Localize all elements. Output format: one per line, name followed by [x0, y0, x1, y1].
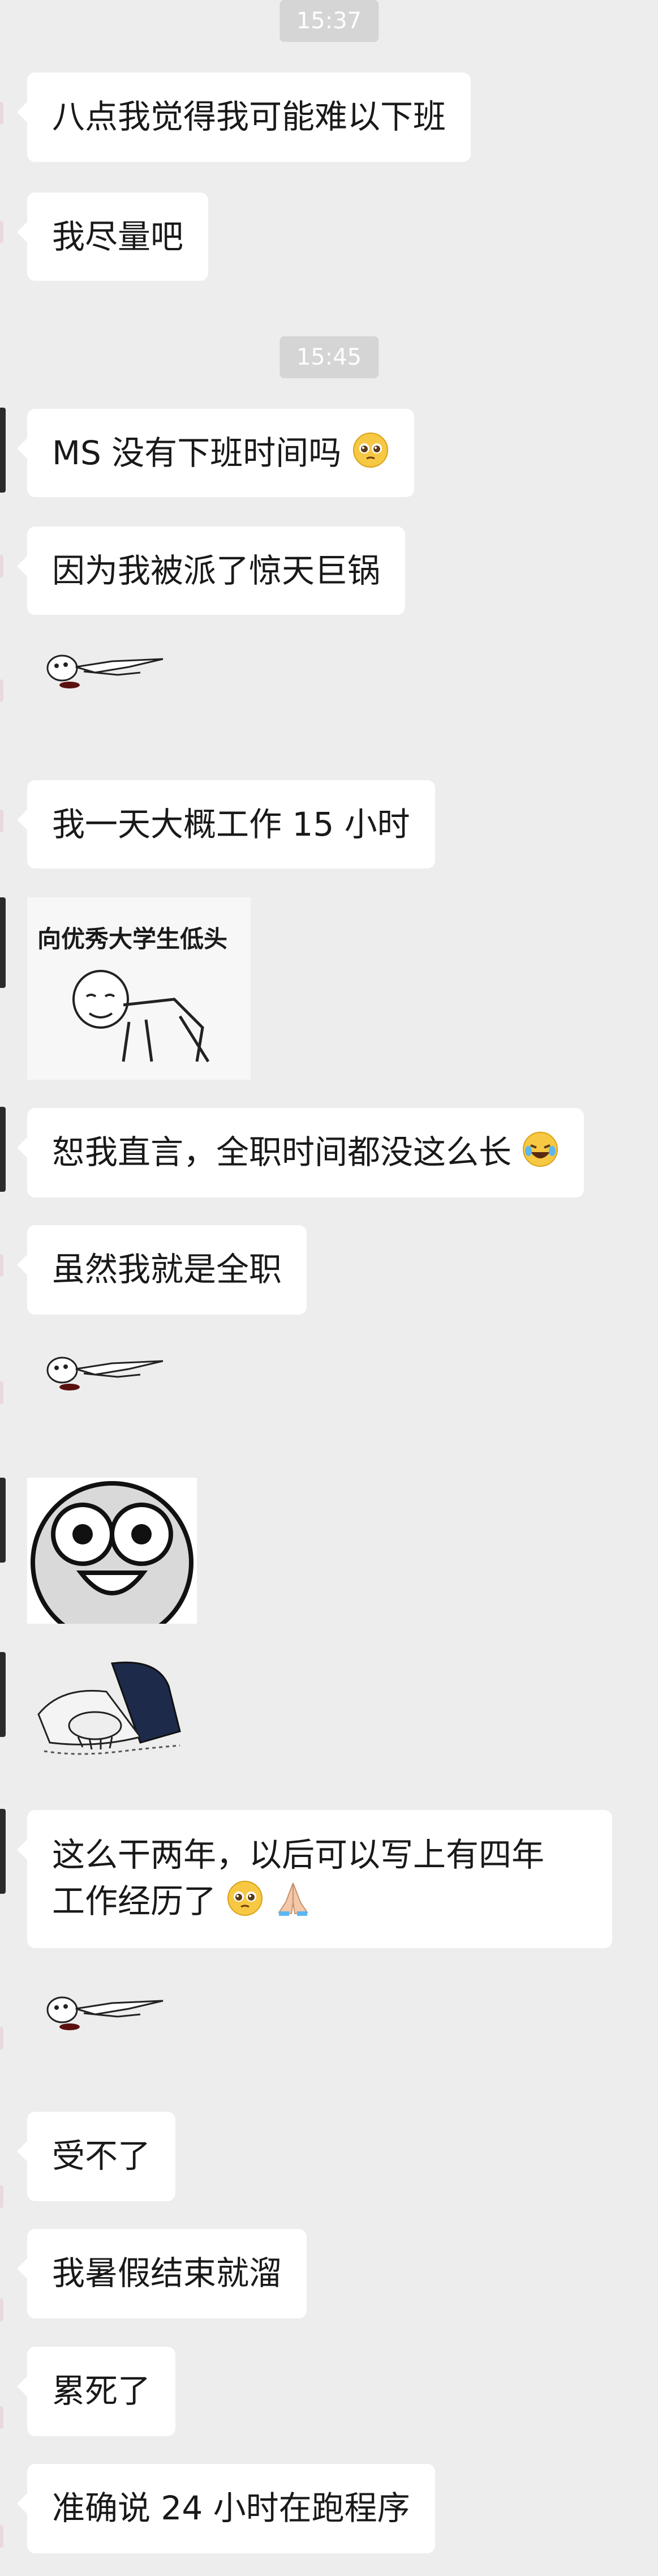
avatar[interactable]: [0, 2185, 3, 2208]
message-bubble[interactable]: 这么干两年，以后可以写上有四年 工作经历了: [17, 1810, 612, 1948]
avatar[interactable]: [0, 1809, 6, 1894]
message-bubble[interactable]: MS 没有下班时间吗: [17, 409, 414, 497]
message-bubble[interactable]: 我一天大概工作 15 小时: [17, 780, 435, 868]
avatar[interactable]: [0, 221, 3, 243]
message-text: 受不了: [52, 2137, 151, 2175]
lying-figure-sticker-icon[interactable]: [27, 1342, 174, 1415]
message-text: 恕我直言，全职时间都没这么长: [52, 1133, 512, 1171]
avatar[interactable]: [0, 1381, 3, 1404]
message-bubble[interactable]: 我尽量吧: [16, 192, 209, 281]
message-bubble[interactable]: 我暑假结束就溜: [16, 2229, 307, 2318]
avatar[interactable]: [0, 1652, 6, 1737]
rolling-laughing-icon: [523, 1132, 558, 1167]
meme-caption: 向优秀大学生低头: [37, 925, 228, 953]
message-text-line-2: 工作经历了: [52, 1878, 587, 1924]
avatar[interactable]: [0, 408, 6, 493]
message-text: 累死了: [52, 2372, 151, 2410]
message-text: 八点我觉得我可能难以下班: [52, 97, 446, 136]
message-bubble[interactable]: 受不了: [16, 2112, 176, 2201]
message-bubble[interactable]: 因为我被派了惊天巨锅: [16, 527, 406, 615]
avatar[interactable]: [0, 2027, 3, 2049]
avatar[interactable]: [0, 1107, 6, 1192]
lying-figure-sticker-icon[interactable]: [27, 1982, 174, 2055]
message-bubble[interactable]: 准确说 24 小时在跑程序: [17, 2464, 435, 2553]
message-text: 因为我被派了惊天巨锅: [52, 551, 381, 590]
message-bubble[interactable]: 恕我直言，全职时间都没这么长: [16, 1108, 584, 1197]
avatar[interactable]: [0, 102, 3, 125]
prostrating-sticker-icon[interactable]: [27, 1652, 214, 1771]
message-text: 我一天大概工作 15 小时: [52, 805, 410, 844]
message-text-line-1: 这么干两年，以后可以写上有四年: [52, 1835, 545, 1874]
avatar[interactable]: [0, 1254, 3, 1277]
message-text: 虽然我就是全职: [52, 1250, 282, 1289]
avatar[interactable]: [0, 2525, 3, 2548]
lying-figure-sticker-icon[interactable]: [27, 640, 174, 713]
chat-history[interactable]: 15:37 八点我觉得我可能难以下班 我尽量吧 15:45 MS 没有下班时间吗: [0, 0, 658, 2576]
wide-eyed-face-icon: [31, 1481, 193, 1624]
message-bubble[interactable]: 虽然我就是全职: [16, 1225, 307, 1315]
message-text: 我尽量吧: [52, 217, 184, 256]
avatar[interactable]: [0, 810, 3, 832]
avatar[interactable]: [0, 679, 3, 702]
face-sticker[interactable]: [27, 1478, 197, 1624]
avatar[interactable]: [0, 2299, 3, 2321]
avatar[interactable]: [0, 2406, 3, 2429]
avatar[interactable]: [0, 897, 6, 988]
timestamp: 15:37: [279, 0, 379, 42]
kneeling-figure-icon: [72, 970, 210, 1063]
pleading-face-icon: [352, 433, 388, 468]
message-text: 准确说 24 小时在跑程序: [52, 2489, 410, 2527]
avatar[interactable]: [0, 555, 3, 577]
meme-image[interactable]: 向优秀大学生低头: [27, 897, 251, 1080]
message-text: 我暑假结束就溜: [52, 2254, 282, 2292]
pleading-face-icon: [227, 1881, 263, 1916]
message-text: MS 没有下班时间吗: [52, 434, 342, 472]
message-bubble[interactable]: 累死了: [16, 2347, 176, 2436]
timestamp: 15:45: [279, 336, 379, 378]
message-text: 工作经历了: [52, 1882, 217, 1920]
folded-hands-icon: [278, 1882, 308, 1916]
avatar[interactable]: [0, 1478, 6, 1563]
message-bubble[interactable]: 八点我觉得我可能难以下班: [16, 72, 471, 162]
